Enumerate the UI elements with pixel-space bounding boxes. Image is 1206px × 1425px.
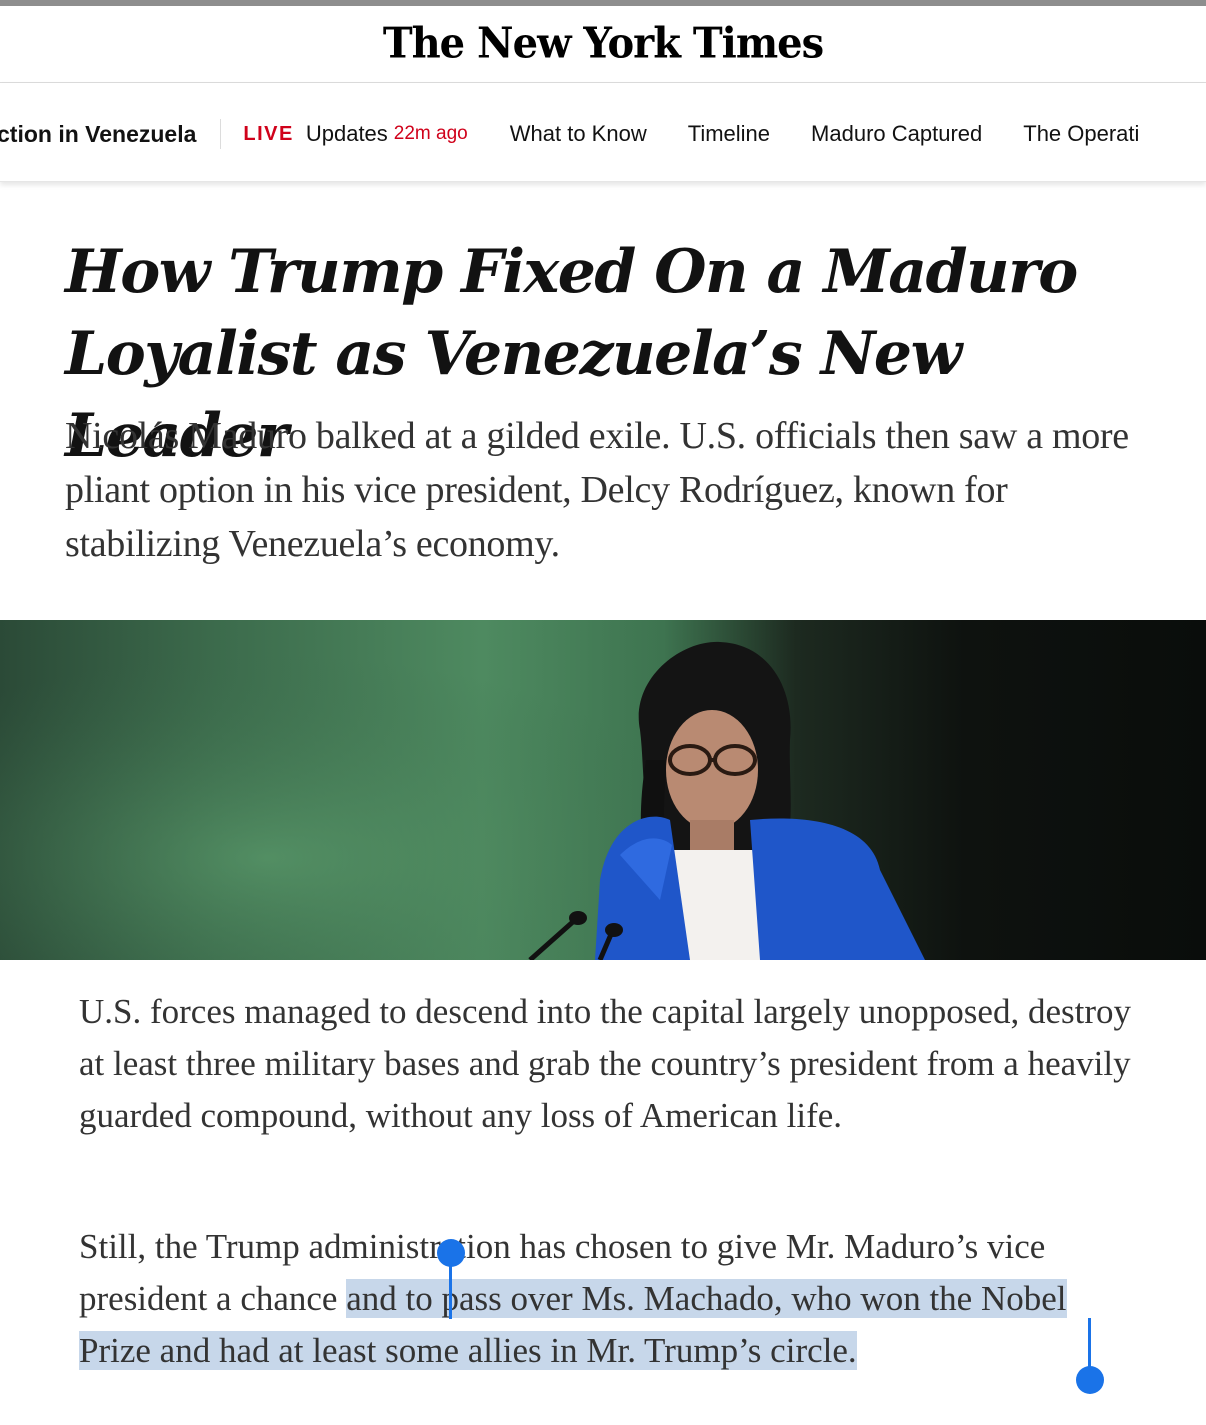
nav-link-the-operation[interactable]: The Operati — [1023, 121, 1139, 147]
story-subnav: ction in Venezuela LIVE Updates 22m ago … — [0, 83, 1206, 182]
masthead: The New York Times — [0, 6, 1206, 83]
live-updates-link[interactable]: Updates — [306, 121, 388, 147]
nav-divider — [220, 119, 222, 149]
photo-illustration — [0, 620, 925, 960]
live-timestamp: 22m ago — [393, 123, 468, 144]
article-paragraph-2: Still, the Trump administration has chos… — [79, 1221, 1139, 1377]
nav-link-maduro-captured[interactable]: Maduro Captured — [811, 121, 982, 147]
nav-link-timeline[interactable]: Timeline — [688, 121, 770, 147]
article-paragraph-1: U.S. forces managed to descend into the … — [79, 992, 1131, 1135]
nyt-logo[interactable]: The New York Times — [383, 19, 824, 68]
nav-section-title[interactable]: ction in Venezuela — [0, 121, 196, 148]
article-photo[interactable] — [0, 620, 1206, 960]
live-badge[interactable]: LIVE — [243, 123, 293, 146]
nav-link-what-to-know[interactable]: What to Know — [510, 121, 647, 147]
article-summary: Nicolás Maduro balked at a gilded exile.… — [65, 415, 1129, 565]
